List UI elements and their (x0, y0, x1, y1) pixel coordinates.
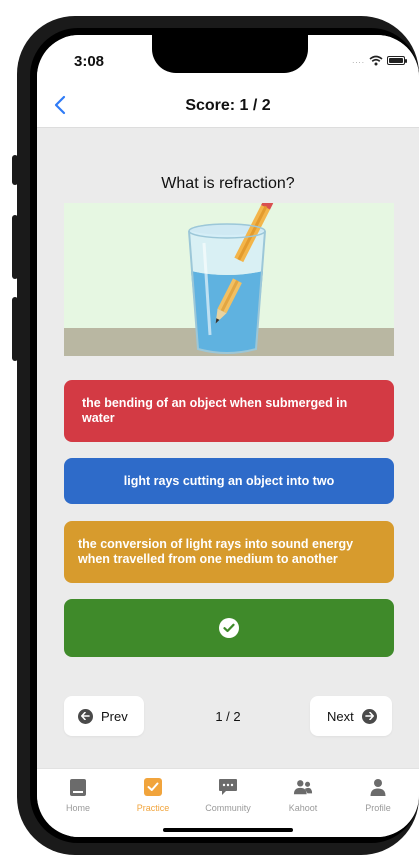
question-image (64, 203, 394, 356)
tab-community[interactable]: Community (193, 777, 263, 813)
home-icon (68, 777, 88, 797)
home-indicator[interactable] (163, 828, 293, 832)
question-text: What is refraction? (161, 175, 295, 192)
next-button[interactable]: Next (310, 696, 392, 736)
score-title: Score: 1 / 2 (185, 97, 271, 114)
notch (152, 35, 308, 73)
answer-text: the conversion of light rays into sound … (78, 537, 354, 566)
next-label: Next (327, 708, 354, 724)
check-circle-icon (219, 618, 239, 638)
tab-label: Practice (136, 803, 170, 813)
tab-profile[interactable]: Profile (343, 777, 413, 813)
battery-icon (387, 56, 407, 65)
tab-practice[interactable]: Practice (118, 777, 188, 813)
tab-label: Kahoot (288, 803, 318, 813)
status-bar: 3:08 .... (37, 35, 419, 83)
answer-option-2[interactable]: light rays cutting an object into two (64, 458, 394, 504)
tab-label: Community (205, 803, 251, 813)
tab-home[interactable]: Home (43, 777, 113, 813)
screen: 3:08 .... Score: 1 / 2 What is refractio… (37, 35, 419, 837)
volume-down-button (12, 297, 18, 361)
person-icon (368, 777, 388, 797)
mute-switch (12, 155, 18, 185)
answer-text: light rays cutting an object into two (123, 473, 335, 488)
arrow-right-circle-icon (361, 708, 377, 724)
volume-up-button (12, 215, 18, 279)
answer-option-4[interactable] (64, 599, 394, 657)
check-square-icon (143, 777, 163, 797)
wifi-icon (369, 55, 383, 66)
tab-label: Home (65, 803, 90, 813)
answer-option-1[interactable]: the bending of an object when submerged … (64, 380, 394, 442)
tab-label: Profile (365, 803, 391, 813)
tab-bar: Home Practice Community Kahoot Profile (37, 768, 419, 837)
signal-dots: .... (352, 56, 365, 65)
status-icons: .... (352, 55, 407, 66)
status-time: 3:08 (74, 53, 105, 70)
answer-text: the bending of an object when submerged … (82, 396, 348, 425)
people-icon (293, 777, 313, 797)
answer-option-3[interactable]: the conversion of light rays into sound … (64, 521, 394, 583)
nav-bar: Score: 1 / 2 (37, 83, 419, 128)
chat-icon (218, 777, 238, 797)
tab-kahoot[interactable]: Kahoot (268, 777, 338, 813)
